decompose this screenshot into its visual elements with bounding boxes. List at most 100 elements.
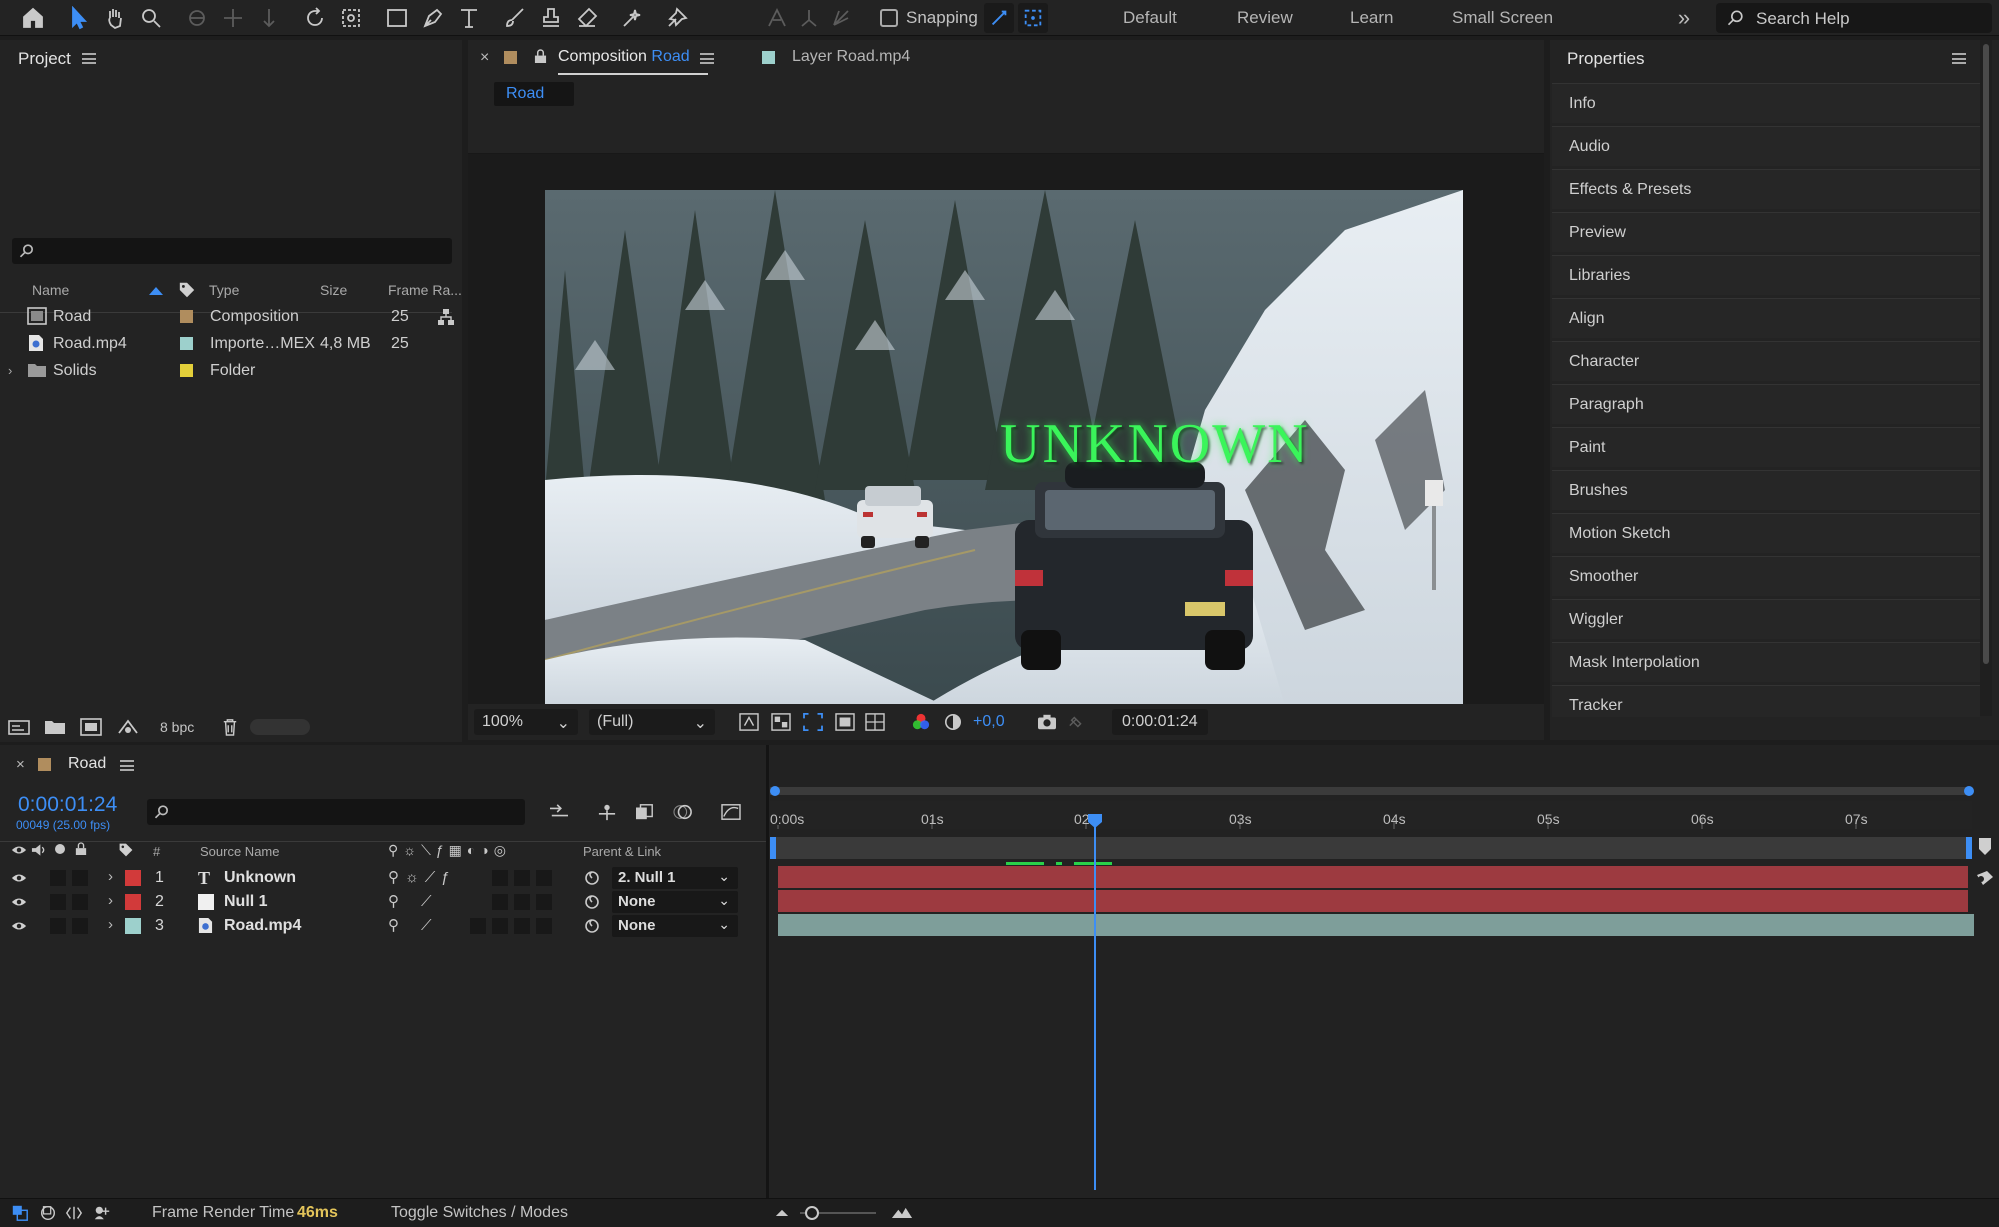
- layer-switches-pane-icon[interactable]: [10, 1203, 30, 1223]
- project-search-input[interactable]: [12, 238, 452, 264]
- label-color-swatch[interactable]: [180, 364, 193, 377]
- comp-marker-bin-icon[interactable]: [1978, 837, 1992, 857]
- pan-camera-icon[interactable]: [216, 1, 250, 35]
- workspace-default[interactable]: Default: [1123, 8, 1177, 28]
- work-area-bar[interactable]: [770, 837, 1972, 859]
- navigator-start-handle[interactable]: [770, 786, 780, 796]
- time-ruler[interactable]: [770, 801, 1972, 829]
- panel-item-paragraph[interactable]: Paragraph: [1552, 384, 1980, 424]
- properties-scroll-thumb[interactable]: [1983, 44, 1989, 664]
- label-tag-icon[interactable]: [178, 281, 196, 299]
- adjustment-toggle[interactable]: [492, 918, 508, 934]
- layer-label-swatch[interactable]: [125, 918, 141, 934]
- 3d-toggle[interactable]: [536, 894, 552, 910]
- panel-item-preview[interactable]: Preview: [1552, 212, 1980, 252]
- column-source-name[interactable]: Source Name: [200, 844, 279, 859]
- column-name[interactable]: Name: [32, 282, 69, 298]
- time-navigator-bar[interactable]: [770, 787, 1972, 795]
- flowchart-icon[interactable]: [437, 308, 455, 326]
- eye-icon[interactable]: [11, 872, 27, 884]
- parent-dropdown[interactable]: None ⌄: [612, 891, 738, 913]
- rotate-tool-icon[interactable]: [298, 1, 332, 35]
- lock-switch-icon[interactable]: [75, 842, 87, 856]
- layer-label-swatch[interactable]: [125, 870, 141, 886]
- layer-switches[interactable]: ⚲⟋: [388, 892, 454, 910]
- new-folder-icon[interactable]: [44, 717, 66, 737]
- clone-stamp-tool-icon[interactable]: [534, 1, 568, 35]
- sort-ascending-icon[interactable]: [148, 286, 164, 296]
- comp-mini-flowchart-icon[interactable]: [546, 800, 572, 824]
- show-snapshot-icon[interactable]: [1066, 712, 1088, 732]
- solo-switch-icon[interactable]: [55, 844, 65, 854]
- layer-switches[interactable]: ⚲☼⟋ƒ: [388, 868, 456, 886]
- composition-panel-menu-icon[interactable]: [700, 53, 714, 64]
- solo-toggle[interactable]: [50, 870, 66, 886]
- home-icon[interactable]: [16, 1, 50, 35]
- pick-whip-icon[interactable]: [584, 894, 600, 910]
- comp-breadcrumb[interactable]: Road: [494, 82, 574, 106]
- expand-chevron-icon[interactable]: ›: [108, 892, 113, 909]
- layer-bar-null-1[interactable]: [778, 890, 1968, 912]
- audio-switch-icon[interactable]: [31, 843, 46, 857]
- panel-item-motion-sketch[interactable]: Motion Sketch: [1552, 513, 1980, 553]
- 3d-layer-toggle[interactable]: [514, 894, 530, 910]
- timeline-search-input[interactable]: [147, 799, 525, 825]
- shy-layers-icon[interactable]: [594, 800, 620, 824]
- bit-depth-button[interactable]: 8 bpc: [160, 719, 194, 735]
- frame-blending-icon[interactable]: [632, 800, 658, 824]
- video-switch-icon[interactable]: [11, 844, 27, 856]
- panel-item-audio[interactable]: Audio: [1552, 126, 1980, 166]
- parent-dropdown[interactable]: None ⌄: [612, 915, 738, 937]
- layer-bar-road-mp4[interactable]: [778, 914, 1974, 936]
- graph-editor-icon[interactable]: [718, 800, 744, 824]
- roto-brush-tool-icon[interactable]: [616, 1, 650, 35]
- label-color-swatch[interactable]: [180, 337, 193, 350]
- orbit-camera-icon[interactable]: [180, 1, 214, 35]
- panel-item-info[interactable]: Info: [1552, 83, 1980, 123]
- snapshot-camera-icon[interactable]: [1036, 712, 1058, 732]
- layer-tab[interactable]: Layer Road.mp4: [792, 48, 910, 66]
- type-tool-icon[interactable]: [452, 1, 486, 35]
- eye-icon[interactable]: [11, 920, 27, 932]
- expand-chevron-icon[interactable]: ›: [8, 363, 12, 378]
- channels-icon[interactable]: [910, 712, 932, 732]
- current-time-display[interactable]: 0:00:01:24: [1112, 709, 1208, 735]
- overlay-text-unknown[interactable]: UNKNOWN: [1000, 412, 1310, 476]
- layer-row-road-mp4[interactable]: › 3 Road.mp4 ⚲⟋ None ⌄: [0, 914, 768, 938]
- navigator-end-handle[interactable]: [1964, 786, 1974, 796]
- dolly-camera-icon[interactable]: [252, 1, 286, 35]
- motion-blur-toggle[interactable]: [470, 918, 486, 934]
- more-workspaces-icon[interactable]: »: [1672, 6, 1696, 30]
- layer-marker-icon[interactable]: [1975, 869, 1995, 887]
- lock-toggle[interactable]: [72, 918, 88, 934]
- fast-previews-icon[interactable]: [738, 712, 760, 732]
- panel-item-character[interactable]: Character: [1552, 341, 1980, 381]
- toggle-switches-modes-button[interactable]: Toggle Switches / Modes: [391, 1204, 568, 1222]
- panel-item-libraries[interactable]: Libraries: [1552, 255, 1980, 295]
- world-axis-icon[interactable]: [824, 1, 858, 35]
- layer-name[interactable]: Road.mp4: [224, 917, 301, 935]
- adjustment-toggle[interactable]: [492, 870, 508, 886]
- new-composition-icon[interactable]: [80, 717, 102, 737]
- expand-chevron-icon[interactable]: ›: [108, 868, 113, 885]
- properties-panel-menu-icon[interactable]: [1952, 53, 1966, 64]
- label-color-swatch[interactable]: [180, 310, 193, 323]
- toggle-mask-icon[interactable]: [834, 712, 856, 732]
- puppet-pin-tool-icon[interactable]: [660, 1, 694, 35]
- eraser-tool-icon[interactable]: [570, 1, 604, 35]
- 3d-toggle[interactable]: [536, 918, 552, 934]
- panel-item-effects-presets[interactable]: Effects & Presets: [1552, 169, 1980, 209]
- panel-item-paint[interactable]: Paint: [1552, 427, 1980, 467]
- project-panel-menu-icon[interactable]: [82, 53, 96, 64]
- lock-icon[interactable]: [534, 49, 547, 64]
- project-item-road-mp4[interactable]: Road.mp4 Importe…MEX 4,8 MB 25: [0, 330, 452, 357]
- expand-chevron-icon[interactable]: ›: [108, 916, 113, 933]
- trash-icon[interactable]: [220, 717, 240, 737]
- comp-frame[interactable]: UNKNOWN: [545, 190, 1463, 706]
- timeline-comp-tab[interactable]: Road: [68, 755, 106, 773]
- panel-item-wiggler[interactable]: Wiggler: [1552, 599, 1980, 639]
- zoom-tool-icon[interactable]: [134, 1, 168, 35]
- project-item-road[interactable]: Road Composition 25: [0, 303, 455, 330]
- transparency-grid-icon[interactable]: [770, 712, 792, 732]
- thumbnail-size-slider[interactable]: [250, 719, 310, 735]
